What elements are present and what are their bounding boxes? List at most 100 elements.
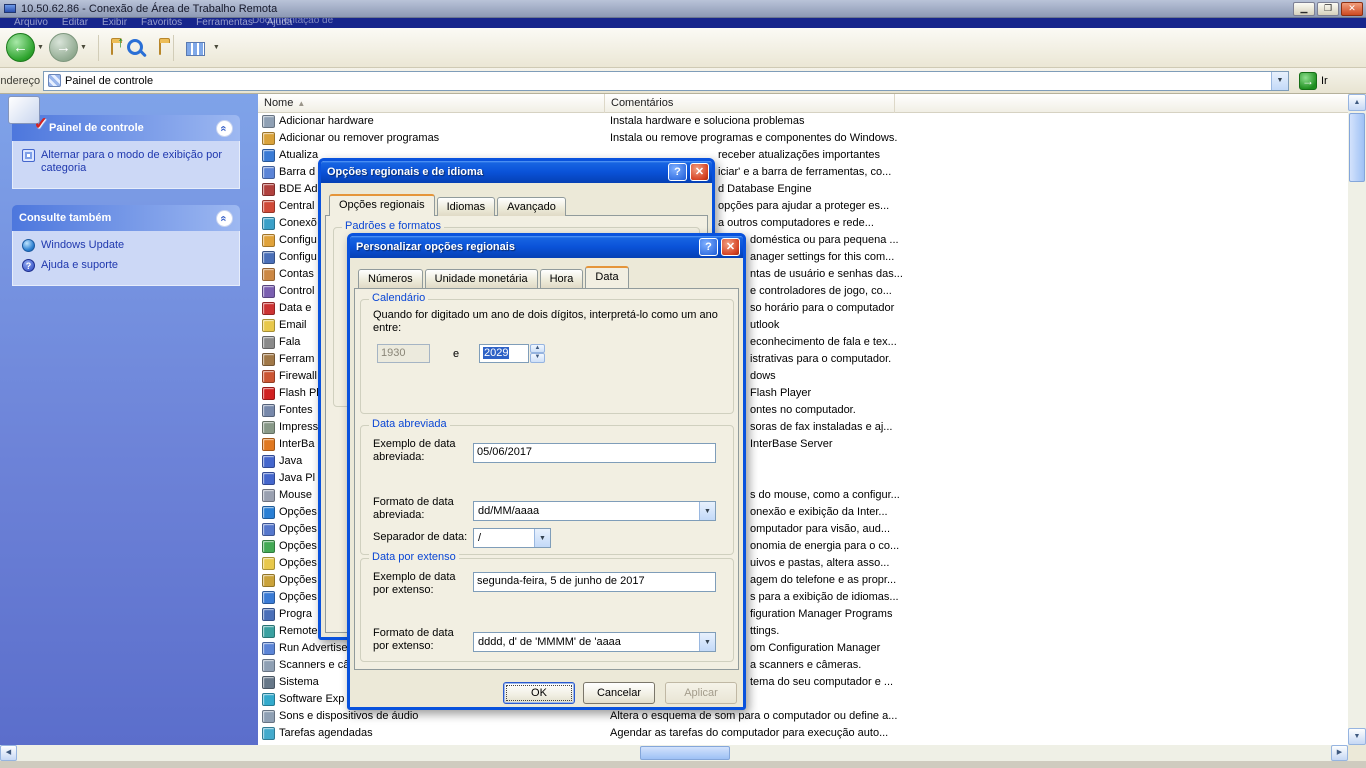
window-bottom-edge: [0, 761, 1366, 768]
group-legend: Calendário: [369, 292, 428, 304]
up-button[interactable]: ↑: [111, 42, 113, 54]
list-row[interactable]: Tarefas agendadasAgendar as tarefas do c…: [258, 725, 1348, 742]
item-name: Sons e dispositivos de áudio: [279, 708, 603, 725]
horizontal-scrollbar[interactable]: ◀ ▶: [0, 745, 1348, 761]
item-icon: [262, 200, 275, 213]
dialog-title-bar[interactable]: Opções regionais e de idioma ? ✕: [321, 161, 712, 183]
item-icon: [262, 217, 275, 230]
group-legend: Data por extenso: [369, 551, 459, 563]
tab-opções-regionais[interactable]: Opções regionais: [329, 194, 435, 216]
calendar-group: Calendário Quando for digitado um ano de…: [360, 299, 734, 414]
tab-hora[interactable]: Hora: [540, 269, 584, 288]
item-icon: [262, 319, 275, 332]
address-dropdown-button[interactable]: ▼: [1271, 72, 1288, 90]
long-date-format-combo[interactable]: dddd, d' de 'MMMM' de 'aaaa ▼: [473, 632, 716, 652]
list-header: Nome▲ Comentários: [258, 94, 1348, 113]
two-digit-year-prompt: Quando for digitado um ano de dois dígit…: [373, 309, 723, 335]
short-date-example-input[interactable]: 05/06/2017: [473, 443, 716, 463]
item-icon: [262, 353, 275, 366]
dialog-title: Personalizar opções regionais: [356, 241, 696, 253]
close-button[interactable]: ✕: [721, 238, 740, 256]
scroll-right-icon[interactable]: ▶: [1331, 745, 1348, 761]
go-button[interactable]: → Ir: [1299, 72, 1328, 90]
column-header-comments[interactable]: Comentários: [605, 94, 895, 113]
search-button[interactable]: [125, 37, 147, 59]
long-date-group: Data por extenso Exemplo de data por ext…: [360, 558, 734, 662]
tab-números[interactable]: Números: [358, 269, 423, 288]
dialog-title-bar[interactable]: Personalizar opções regionais ? ✕: [350, 236, 743, 258]
help-button[interactable]: ?: [699, 238, 718, 256]
menu-item-arquivo[interactable]: Arquivo: [14, 18, 48, 28]
sidebar-link-label: Windows Update: [41, 239, 124, 252]
chevron-down-icon[interactable]: ▼: [699, 633, 715, 651]
scroll-left-icon[interactable]: ◀: [0, 745, 17, 761]
spin-up-icon[interactable]: ▲: [530, 344, 545, 353]
category-view-icon: [22, 149, 35, 162]
item-comment: Instala ou remove programas e componente…: [610, 130, 897, 147]
year-to-input[interactable]: 2029: [479, 344, 529, 363]
forward-button[interactable]: →: [49, 33, 78, 62]
chevron-down-icon[interactable]: ▼: [534, 529, 550, 547]
restore-button[interactable]: ❐: [1317, 2, 1339, 16]
cancel-button[interactable]: Cancelar: [583, 682, 655, 704]
views-dropdown-icon[interactable]: ▼: [213, 44, 220, 51]
address-input[interactable]: Painel de controle ▼: [43, 71, 1289, 91]
date-separator-combo[interactable]: / ▼: [473, 528, 551, 548]
sidebar-item-windows-update[interactable]: Windows Update: [22, 239, 232, 252]
rdp-title-bar[interactable]: 10.50.62.86 - Conexão de Área de Trabalh…: [0, 0, 1366, 18]
item-icon: [262, 370, 275, 383]
year-spinner[interactable]: ▲ ▼: [530, 344, 545, 363]
vertical-scroll-thumb[interactable]: [1349, 113, 1365, 182]
list-row[interactable]: Adicionar ou remover programasInstala ou…: [258, 130, 1348, 147]
chevron-up-icon[interactable]: »: [216, 210, 233, 227]
list-row[interactable]: Sons e dispositivos de áudio Altera o esq…: [258, 708, 1348, 725]
tab-avançado[interactable]: Avançado: [497, 197, 566, 216]
views-button[interactable]: [186, 42, 205, 56]
folders-button[interactable]: [159, 42, 161, 54]
tab-unidade-monetária[interactable]: Unidade monetária: [425, 269, 538, 288]
scroll-down-icon[interactable]: ▼: [1348, 728, 1366, 745]
item-icon: [262, 115, 275, 128]
item-icon: [262, 336, 275, 349]
sort-ascending-icon: ▲: [297, 99, 305, 108]
long-date-example-input[interactable]: segunda-feira, 5 de junho de 2017: [473, 572, 716, 592]
close-button[interactable]: ✕: [1341, 2, 1363, 16]
tab-data[interactable]: Data: [585, 266, 628, 288]
chevron-up-icon[interactable]: »: [216, 120, 233, 137]
chevron-down-icon[interactable]: ▼: [699, 502, 715, 520]
scroll-up-icon[interactable]: ▲: [1348, 94, 1366, 111]
dialog-title: Opções regionais e de idioma: [327, 166, 665, 178]
up-folder-icon: [111, 41, 113, 55]
column-header-name[interactable]: Nome▲: [258, 94, 605, 113]
ok-button[interactable]: OK: [503, 682, 575, 704]
back-dropdown-icon[interactable]: ▼: [37, 44, 44, 51]
help-button[interactable]: ?: [668, 163, 687, 181]
help-icon: ?: [22, 259, 35, 272]
address-label: Endereço: [0, 75, 43, 87]
menu-item-ferramentas[interactable]: Ferramentas: [196, 18, 253, 28]
group-legend: Padrões e formatos: [342, 220, 444, 232]
vertical-scrollbar[interactable]: ▲ ▼: [1348, 94, 1366, 745]
sidebar-item-help-support[interactable]: ? Ajuda e suporte: [22, 259, 232, 272]
horizontal-scroll-thumb[interactable]: [640, 746, 730, 760]
minimize-button[interactable]: ▁: [1293, 2, 1315, 16]
apply-button[interactable]: Aplicar: [665, 682, 737, 704]
short-date-format-combo[interactable]: dd/MM/aaaa ▼: [473, 501, 716, 521]
menu-item-exibir[interactable]: Exibir: [102, 18, 127, 28]
item-comment: Altera o esquema de som para o computado…: [610, 708, 897, 725]
forward-dropdown-icon[interactable]: ▼: [80, 44, 87, 51]
scrollbar-corner: [1348, 745, 1366, 761]
rdp-title: 10.50.62.86 - Conexão de Área de Trabalh…: [21, 3, 277, 15]
item-icon: [262, 285, 275, 298]
list-row[interactable]: Adicionar hardwareInstala hardware e sol…: [258, 113, 1348, 130]
back-button[interactable]: ←: [6, 33, 35, 62]
menu-item-editar[interactable]: Editar: [62, 18, 88, 28]
short-date-group: Data abreviada Exemplo de data abreviada…: [360, 425, 734, 555]
item-icon: [262, 557, 275, 570]
close-button[interactable]: ✕: [690, 163, 709, 181]
tab-idiomas[interactable]: Idiomas: [437, 197, 496, 216]
sidebar-item-category-view[interactable]: Alternar para o modo de exibição por cat…: [22, 149, 232, 175]
spin-down-icon[interactable]: ▼: [530, 353, 545, 363]
item-icon: [262, 302, 275, 315]
menu-item-favoritos[interactable]: Favoritos: [141, 18, 182, 28]
